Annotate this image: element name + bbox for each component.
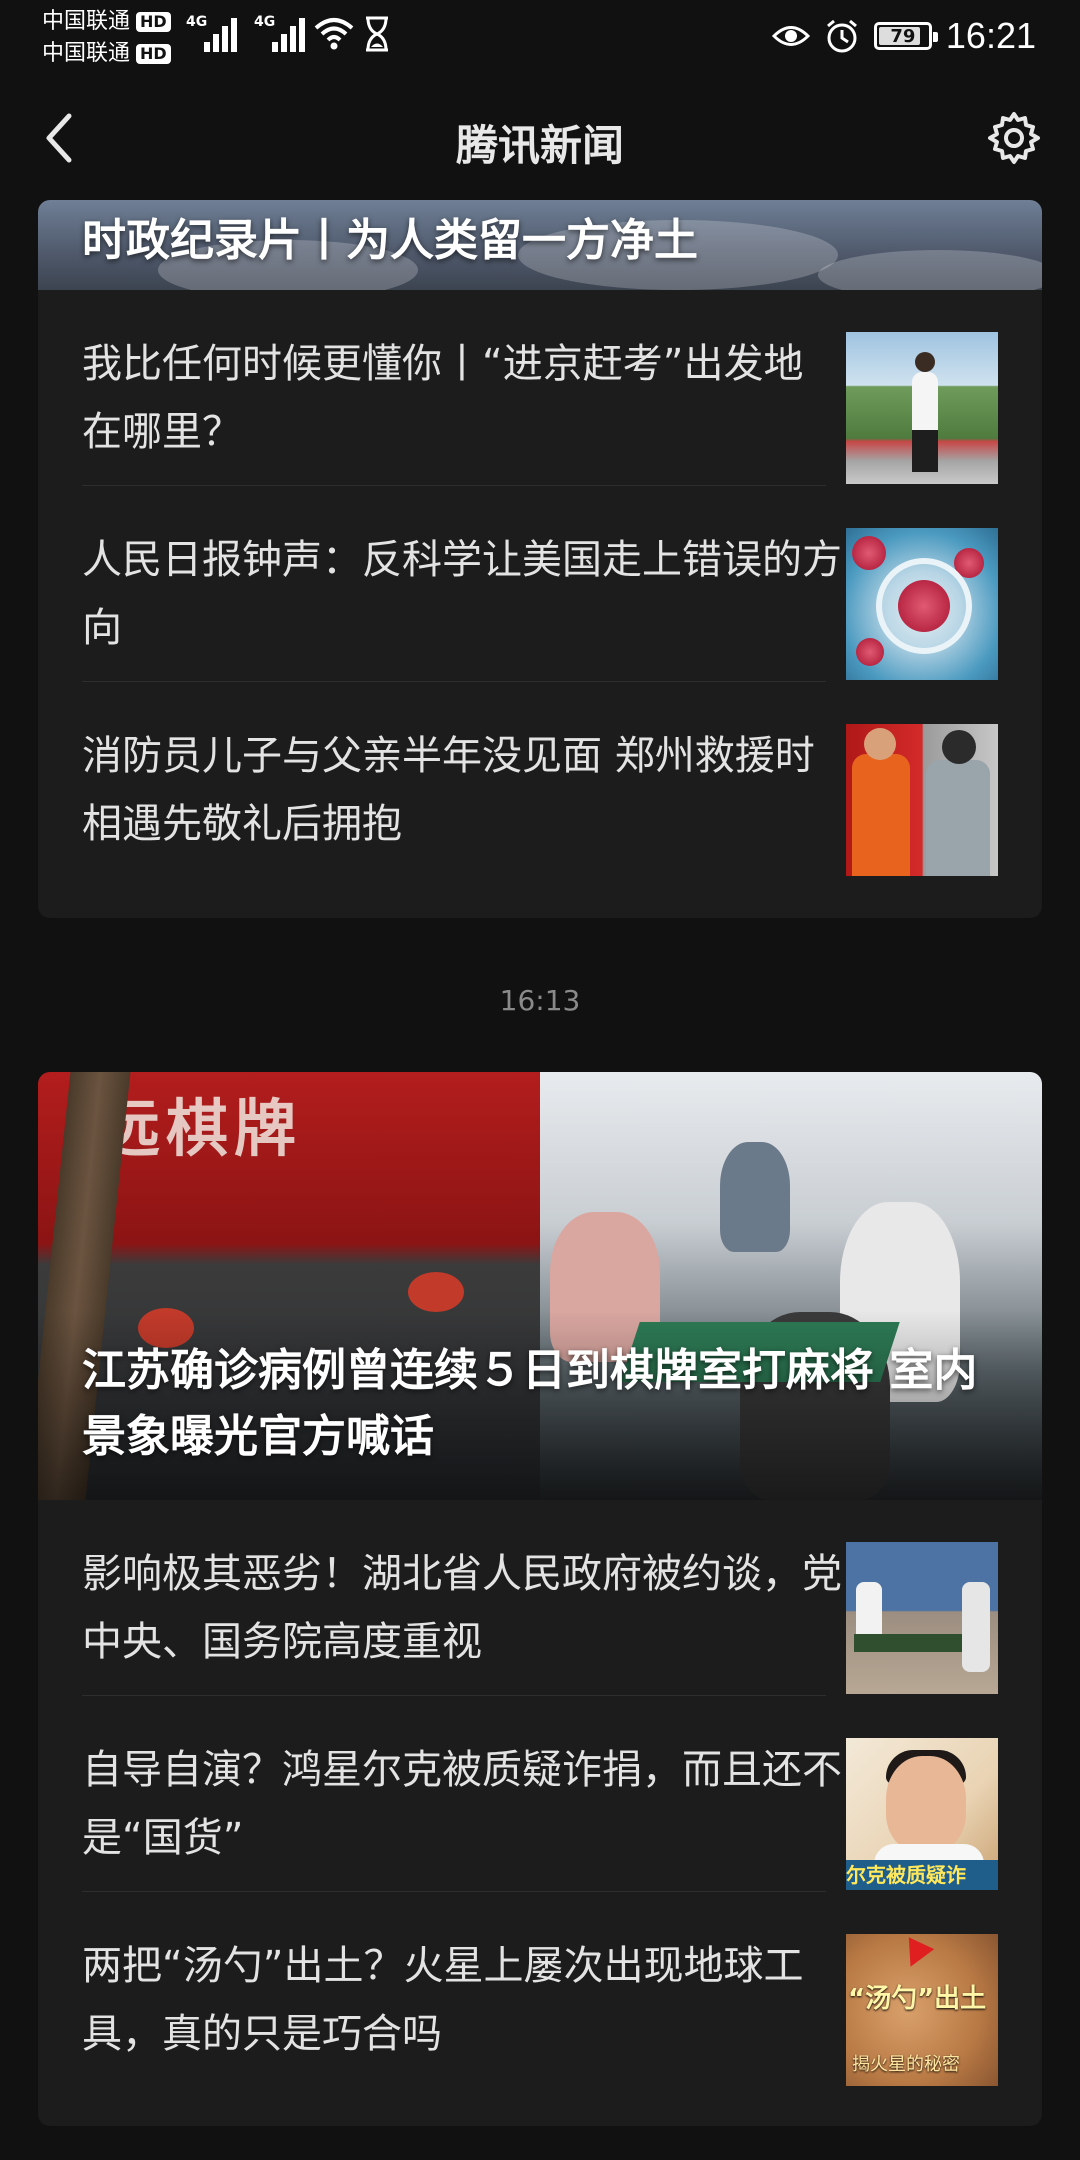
news-card: 时政纪录片丨为人类留一方净土 我比任何时候更懂你丨“进京赶考”出发地在哪里？ 人… xyxy=(38,200,1042,918)
hourglass-icon xyxy=(366,16,388,52)
news-title: 消防员儿子与父亲半年没见面 郑州救援时相遇先敬礼后拥抱 xyxy=(82,733,815,847)
timestamp: 16:13 xyxy=(499,984,581,1017)
hd-badge: HD xyxy=(136,12,171,32)
clock: 16:21 xyxy=(945,15,1036,56)
news-item[interactable]: 影响极其恶劣！湖北省人民政府被约谈，党中央、国务院高度重视 xyxy=(38,1500,1042,1696)
hero-title: 江苏确诊病例曾连续５日到棋牌室打麻将 室内景象曝光官方喊话 xyxy=(82,1345,978,1462)
signal-icon: 4G xyxy=(186,14,244,52)
alarm-icon xyxy=(826,19,857,53)
news-title: 两把“汤勺”出土？火星上屡次出现地球工具，真的只是巧合吗 xyxy=(82,1943,804,2057)
news-title: 人民日报钟声：反科学让美国走上错误的方向 xyxy=(82,537,842,651)
news-item[interactable]: 人民日报钟声：反科学让美国走上错误的方向 xyxy=(38,486,1042,682)
sign-text: 远棋牌 xyxy=(98,1092,303,1165)
news-title: 我比任何时候更懂你丨“进京赶考”出发地在哪里？ xyxy=(82,341,804,455)
news-card: 远棋牌 江苏确诊病例曾连续５日到棋牌室打麻将 室内景象曝光官方喊话 影响极其恶劣… xyxy=(38,1072,1042,2126)
status-bar: 中国联通 HD 中国联通 HD 4G 4G 79 16:21 xyxy=(0,0,1080,72)
signal-icon: 4G xyxy=(254,14,312,52)
hero-title: 时政纪录片丨为人类留一方净土 xyxy=(82,215,698,266)
battery-icon: 79 xyxy=(873,22,938,50)
news-list: 影响极其恶劣！湖北省人民政府被约谈，党中央、国务院高度重视 自导自演？鸿星尔克被… xyxy=(38,1500,1042,2088)
carrier-2: 中国联通 xyxy=(42,41,131,66)
settings-button[interactable] xyxy=(978,102,1050,174)
status-right: 79 16:21 xyxy=(771,14,1036,58)
news-item[interactable]: 两把“汤勺”出土？火星上屡次出现地球工具，真的只是巧合吗 “汤勺”出土 揭火星的… xyxy=(38,1892,1042,2088)
wifi-icon xyxy=(314,18,354,50)
news-item[interactable]: 自导自演？鸿星尔克被质疑诈捐，而且还不是“国货” 尔克被质疑诈 xyxy=(38,1696,1042,1892)
news-title: 自导自演？鸿星尔克被质疑诈捐，而且还不是“国货” xyxy=(82,1747,842,1861)
hero-banner[interactable]: 时政纪录片丨为人类留一方净土 xyxy=(38,200,1042,290)
news-item[interactable]: 消防员儿子与父亲半年没见面 郑州救援时相遇先敬礼后拥抱 xyxy=(38,682,1042,878)
hero-banner[interactable]: 远棋牌 江苏确诊病例曾连续５日到棋牌室打麻将 室内景象曝光官方喊话 xyxy=(38,1072,1042,1500)
gear-icon xyxy=(988,112,1040,164)
thumbnail-caption: “汤勺”出土 xyxy=(848,1984,987,2014)
news-thumbnail xyxy=(846,724,998,876)
page-title: 腾讯新闻 xyxy=(455,121,624,170)
carrier-1: 中国联通 xyxy=(42,9,131,34)
signal-group: 4G 4G xyxy=(186,14,312,52)
thumbnail-caption: 尔克被质疑诈 xyxy=(846,1860,998,1890)
news-thumbnail xyxy=(846,332,998,484)
news-thumbnail xyxy=(846,1542,998,1694)
news-list: 我比任何时候更懂你丨“进京赶考”出发地在哪里？ 人民日报钟声：反科学让美国走上错… xyxy=(38,290,1042,878)
news-thumbnail xyxy=(846,528,998,680)
news-thumbnail: 尔克被质疑诈 xyxy=(846,1738,998,1890)
app-header: 腾讯新闻 xyxy=(0,72,1080,204)
news-title: 影响极其恶劣！湖北省人民政府被约谈，党中央、国务院高度重视 xyxy=(82,1551,842,1665)
news-thumbnail: “汤勺”出土 揭火星的秘密 xyxy=(846,1934,998,2086)
eye-icon xyxy=(771,26,810,46)
carrier-info: 中国联通 HD 中国联通 HD xyxy=(42,6,192,70)
hd-badge: HD xyxy=(136,44,171,64)
news-item[interactable]: 我比任何时候更懂你丨“进京赶考”出发地在哪里？ xyxy=(38,290,1042,486)
thumbnail-subcaption: 揭火星的秘密 xyxy=(852,2054,960,2075)
battery-percent: 79 xyxy=(890,25,916,47)
